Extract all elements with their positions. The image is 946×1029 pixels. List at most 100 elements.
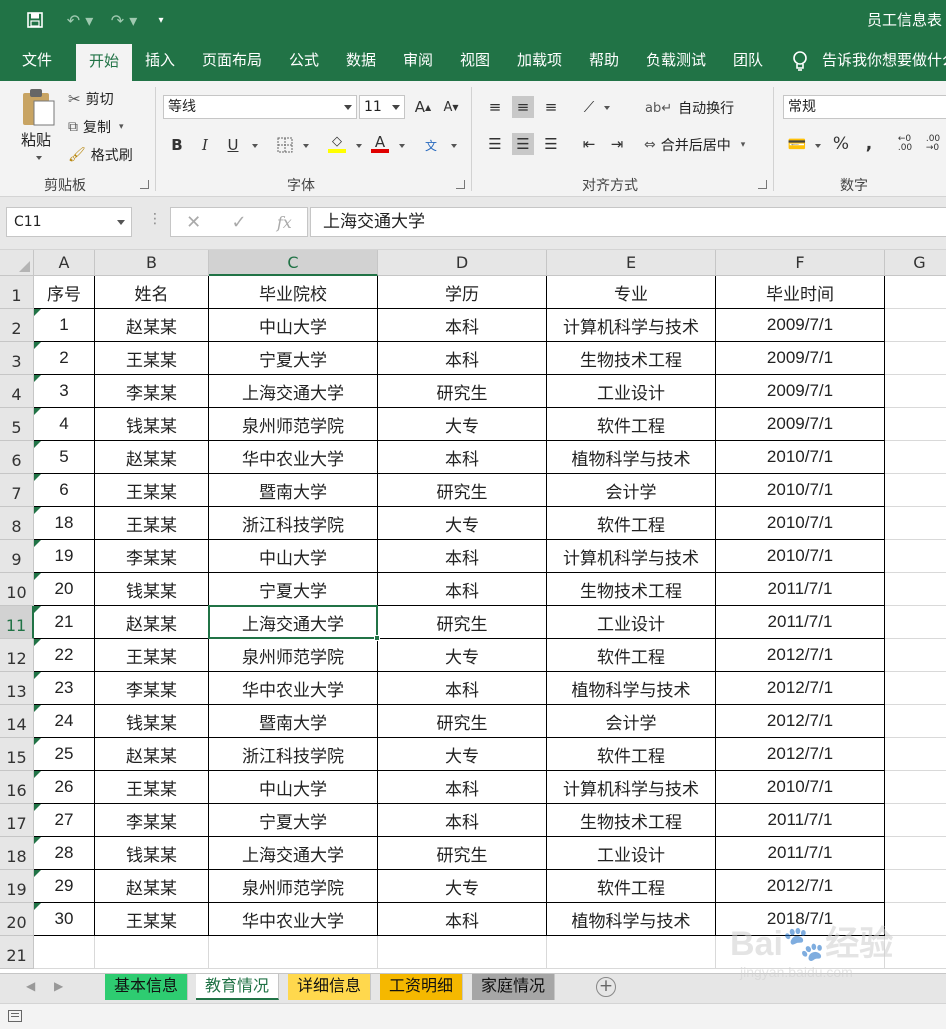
cell-g15[interactable]: [885, 738, 946, 771]
cell-c13[interactable]: 华中农业大学: [209, 672, 378, 705]
cell-d17[interactable]: 本科: [378, 804, 547, 837]
align-left-icon[interactable]: ☰: [484, 133, 506, 155]
increase-indent-icon[interactable]: ⇥: [606, 133, 628, 155]
wrap-text-button[interactable]: ab↵ 自动换行: [645, 98, 734, 118]
cell-a18[interactable]: 28: [34, 837, 95, 870]
cell-e18[interactable]: 工业设计: [547, 837, 716, 870]
cell-e16[interactable]: 计算机科学与技术: [547, 771, 716, 804]
tab-page-layout[interactable]: 页面布局: [202, 40, 262, 81]
cell-c8[interactable]: 浙江科技学院: [209, 507, 378, 540]
row-header-13[interactable]: 13: [0, 672, 34, 705]
cell-a16[interactable]: 26: [34, 771, 95, 804]
cell-g19[interactable]: [885, 870, 946, 903]
cell-g9[interactable]: [885, 540, 946, 573]
cell-d5[interactable]: 大专: [378, 408, 547, 441]
decrease-decimal-icon[interactable]: .00 →0: [922, 133, 944, 155]
tab-formulas[interactable]: 公式: [289, 40, 319, 81]
cell-e20[interactable]: 植物科学与技术: [547, 903, 716, 936]
cell-e13[interactable]: 植物科学与技术: [547, 672, 716, 705]
cell-b11[interactable]: 赵某某: [95, 606, 209, 639]
cell-c6[interactable]: 华中农业大学: [209, 441, 378, 474]
sheet-tab-2[interactable]: 教育情况: [196, 974, 280, 1000]
cell-b9[interactable]: 李某某: [95, 540, 209, 573]
cell-e17[interactable]: 生物技术工程: [547, 804, 716, 837]
row-header-18[interactable]: 18: [0, 837, 34, 870]
cell-d3[interactable]: 本科: [378, 342, 547, 375]
align-bottom-icon[interactable]: ≡: [540, 96, 562, 118]
cell-b1[interactable]: 姓名: [95, 276, 209, 309]
cell-b4[interactable]: 李某某: [95, 375, 209, 408]
cell-g2[interactable]: [885, 309, 946, 342]
cell-c20[interactable]: 华中农业大学: [209, 903, 378, 936]
cell-c19[interactable]: 泉州师范学院: [209, 870, 378, 903]
select-all-corner[interactable]: [0, 250, 34, 276]
cell-e10[interactable]: 生物技术工程: [547, 573, 716, 606]
cell-c21[interactable]: [209, 936, 378, 969]
italic-button[interactable]: I: [194, 134, 216, 156]
row-header-8[interactable]: 8: [0, 507, 34, 540]
cell-f17[interactable]: 2011/7/1: [716, 804, 885, 837]
cell-d8[interactable]: 大专: [378, 507, 547, 540]
cell-f3[interactable]: 2009/7/1: [716, 342, 885, 375]
number-format-combo[interactable]: 常规: [783, 95, 946, 119]
font-name-combo[interactable]: 等线: [163, 95, 357, 119]
cell-g3[interactable]: [885, 342, 946, 375]
column-header-a[interactable]: A: [34, 250, 95, 276]
copy-button[interactable]: ⧉ 复制 ▾: [68, 117, 124, 137]
underline-button[interactable]: U: [222, 134, 244, 156]
cell-b18[interactable]: 钱某某: [95, 837, 209, 870]
cell-a5[interactable]: 4: [34, 408, 95, 441]
cell-c11[interactable]: 上海交通大学: [209, 606, 378, 639]
cell-b12[interactable]: 王某某: [95, 639, 209, 672]
column-header-f[interactable]: F: [716, 250, 885, 276]
font-color-dropdown-arrow[interactable]: [399, 144, 405, 148]
cell-e7[interactable]: 会计学: [547, 474, 716, 507]
insert-function-icon[interactable]: fx: [262, 213, 307, 232]
cell-c18[interactable]: 上海交通大学: [209, 837, 378, 870]
save-icon[interactable]: [24, 9, 46, 31]
tab-view[interactable]: 视图: [460, 40, 490, 81]
cell-c9[interactable]: 中山大学: [209, 540, 378, 573]
row-header-3[interactable]: 3: [0, 342, 34, 375]
row-header-20[interactable]: 20: [0, 903, 34, 936]
alignment-launcher-icon[interactable]: [758, 180, 767, 189]
cell-c15[interactable]: 浙江科技学院: [209, 738, 378, 771]
formula-input[interactable]: 上海交通大学: [310, 207, 946, 237]
row-header-11[interactable]: 11: [0, 606, 34, 639]
cell-a8[interactable]: 18: [34, 507, 95, 540]
cell-a10[interactable]: 20: [34, 573, 95, 606]
cell-g12[interactable]: [885, 639, 946, 672]
paste-dropdown-arrow[interactable]: [36, 156, 42, 160]
cell-d7[interactable]: 研究生: [378, 474, 547, 507]
phonetic-dropdown-arrow[interactable]: [451, 144, 457, 148]
cell-e1[interactable]: 专业: [547, 276, 716, 309]
decrease-font-icon[interactable]: A ▼: [440, 96, 462, 118]
cell-b7[interactable]: 王某某: [95, 474, 209, 507]
macro-record-icon[interactable]: [8, 1010, 22, 1022]
cell-f5[interactable]: 2009/7/1: [716, 408, 885, 441]
cell-a19[interactable]: 29: [34, 870, 95, 903]
row-header-14[interactable]: 14: [0, 705, 34, 738]
cell-g8[interactable]: [885, 507, 946, 540]
row-header-12[interactable]: 12: [0, 639, 34, 672]
cell-f11[interactable]: 2011/7/1: [716, 606, 885, 639]
cell-c3[interactable]: 宁夏大学: [209, 342, 378, 375]
cell-d19[interactable]: 大专: [378, 870, 547, 903]
cell-e11[interactable]: 工业设计: [547, 606, 716, 639]
name-box[interactable]: C11: [6, 207, 132, 237]
cell-d2[interactable]: 本科: [378, 309, 547, 342]
cell-a13[interactable]: 23: [34, 672, 95, 705]
cell-b2[interactable]: 赵某某: [95, 309, 209, 342]
cell-g11[interactable]: [885, 606, 946, 639]
borders-dropdown-arrow[interactable]: [303, 144, 309, 148]
cell-e21[interactable]: [547, 936, 716, 969]
column-header-g[interactable]: G: [885, 250, 946, 276]
formula-bar-grip-icon[interactable]: ⋮: [148, 211, 162, 227]
clipboard-launcher-icon[interactable]: [140, 180, 149, 189]
fill-color-icon[interactable]: ◇: [326, 133, 348, 155]
cell-b3[interactable]: 王某某: [95, 342, 209, 375]
phonetic-icon[interactable]: 文: [420, 134, 442, 156]
enter-icon[interactable]: ✓: [216, 212, 261, 233]
cell-a12[interactable]: 22: [34, 639, 95, 672]
cell-d16[interactable]: 本科: [378, 771, 547, 804]
